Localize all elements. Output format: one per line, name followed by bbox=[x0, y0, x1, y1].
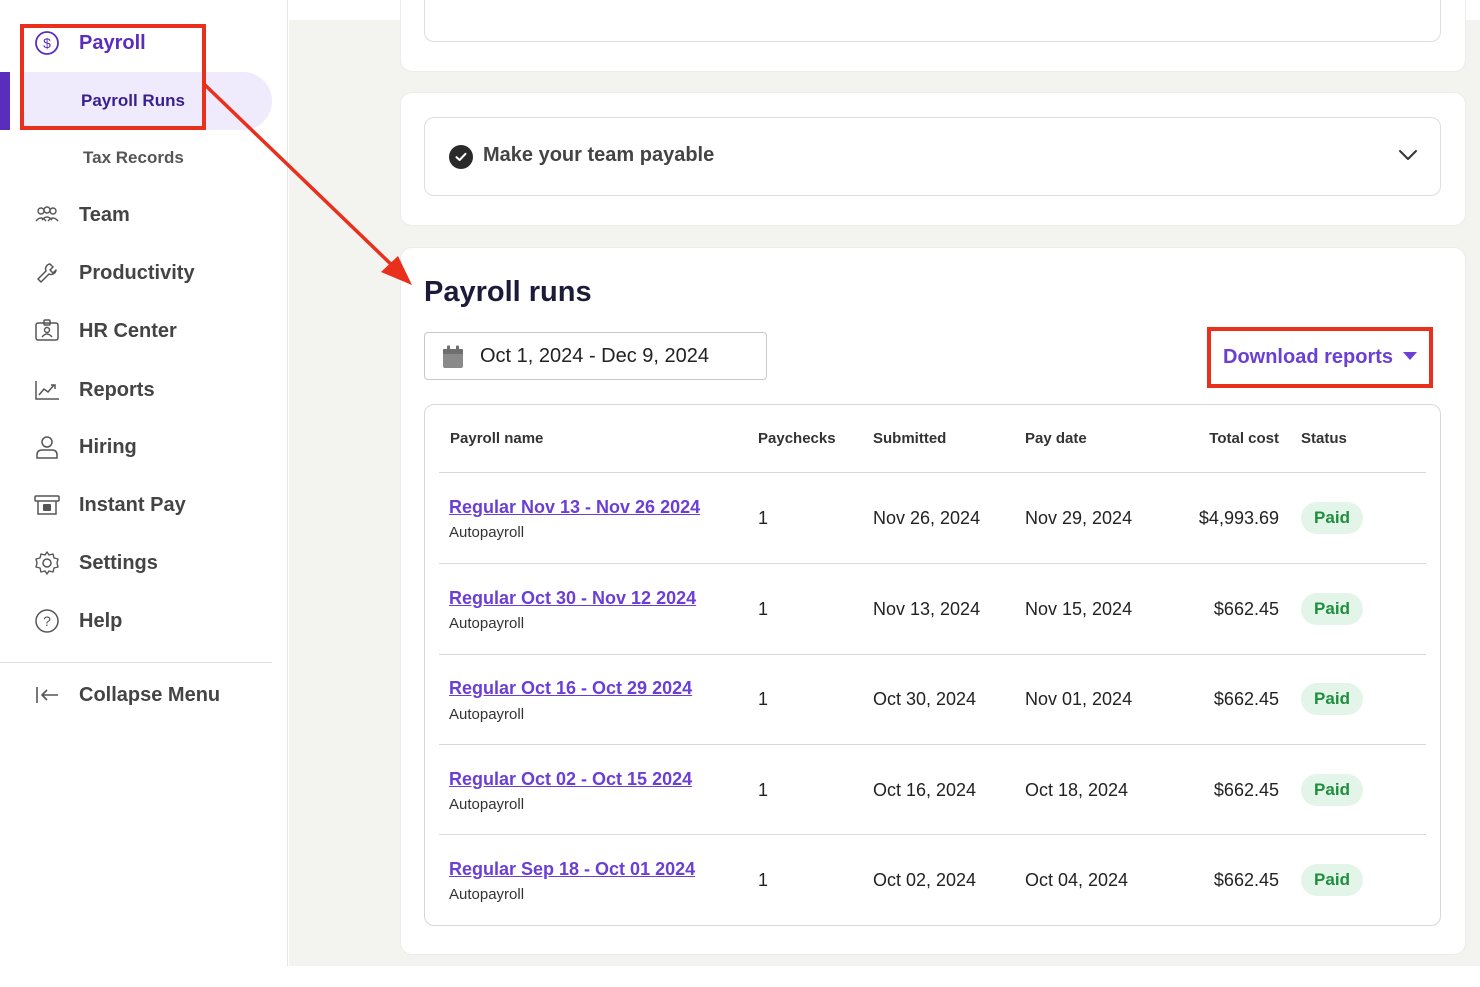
total-cost-value: $662.45 bbox=[1213, 599, 1279, 619]
sidebar-item-hiring[interactable]: Hiring bbox=[0, 429, 270, 465]
payroll-run-type: Autopayroll bbox=[449, 615, 525, 632]
wrench-icon bbox=[34, 260, 60, 286]
status-badge: Paid bbox=[1301, 593, 1363, 625]
annotation-highlight-box bbox=[20, 24, 206, 130]
column-header-submitted: Submitted bbox=[873, 430, 947, 447]
svg-text:?: ? bbox=[43, 613, 51, 629]
status-badge: Paid bbox=[1301, 683, 1363, 715]
chart-icon bbox=[34, 377, 60, 403]
payroll-run-link[interactable]: Regular Oct 16 - Oct 29 2024 bbox=[449, 678, 692, 699]
page-title: Payroll runs bbox=[424, 276, 592, 308]
payroll-run-link[interactable]: Regular Nov 13 - Nov 26 2024 bbox=[449, 497, 700, 518]
pay-date-value: Oct 04, 2024 bbox=[1025, 870, 1129, 890]
collapse-arrow-icon bbox=[34, 682, 60, 708]
chevron-down-icon[interactable] bbox=[1398, 148, 1418, 167]
pay-date-value: Oct 18, 2024 bbox=[1025, 780, 1129, 800]
sidebar-item-team[interactable]: Team bbox=[0, 197, 270, 233]
sidebar-item-label: Team bbox=[79, 203, 130, 226]
sidebar-item-label: Help bbox=[79, 609, 123, 632]
sidebar-item-label: Reports bbox=[79, 378, 155, 401]
row-divider bbox=[439, 563, 1426, 564]
id-badge-icon bbox=[34, 318, 60, 344]
payroll-run-type: Autopayroll bbox=[449, 524, 525, 541]
sidebar-item-label: Settings bbox=[79, 551, 158, 574]
check-icon bbox=[449, 145, 473, 169]
payroll-page: Make your team payable Payroll runs Oct … bbox=[0, 0, 1480, 987]
column-header-total-cost: Total cost bbox=[1209, 430, 1279, 447]
sidebar-item-tax-records[interactable]: Tax Records bbox=[83, 148, 184, 168]
payroll-run-type: Autopayroll bbox=[449, 706, 525, 723]
date-range-value: Oct 1, 2024 - Dec 9, 2024 bbox=[480, 345, 710, 367]
submitted-value: Oct 30, 2024 bbox=[873, 689, 977, 709]
status-badge: Paid bbox=[1301, 864, 1363, 896]
payable-label: Make your team payable bbox=[483, 144, 715, 166]
row-divider bbox=[439, 654, 1426, 655]
row-divider bbox=[439, 834, 1426, 835]
submitted-value: Oct 02, 2024 bbox=[873, 870, 977, 890]
total-cost-value: $662.45 bbox=[1213, 870, 1279, 890]
submitted-value: Oct 16, 2024 bbox=[873, 780, 977, 800]
submitted-value: Nov 13, 2024 bbox=[873, 599, 981, 619]
calendar-icon bbox=[442, 345, 464, 374]
help-icon: ? bbox=[34, 608, 60, 634]
payroll-run-link[interactable]: Regular Oct 02 - Oct 15 2024 bbox=[449, 769, 692, 790]
paychecks-value: 1 bbox=[758, 689, 769, 709]
payroll-runs-table bbox=[424, 404, 1441, 926]
sidebar-item-reports[interactable]: Reports bbox=[0, 372, 270, 408]
column-header-status: Status bbox=[1301, 430, 1347, 447]
pay-date-value: Nov 29, 2024 bbox=[1025, 508, 1133, 528]
sidebar-item-productivity[interactable]: Productivity bbox=[0, 255, 270, 291]
sidebar-item-instant-pay[interactable]: Instant Pay bbox=[0, 487, 270, 523]
wallet-icon bbox=[34, 492, 60, 518]
sidebar-item-label: HR Center bbox=[79, 319, 177, 342]
sidebar bbox=[0, 0, 288, 966]
date-range-picker[interactable]: Oct 1, 2024 - Dec 9, 2024 bbox=[424, 332, 767, 380]
paychecks-value: 1 bbox=[758, 508, 769, 528]
sidebar-item-label: Hiring bbox=[79, 435, 137, 458]
total-cost-value: $4,993.69 bbox=[1198, 508, 1279, 528]
annotation-highlight-box bbox=[1207, 327, 1433, 388]
paychecks-value: 1 bbox=[758, 870, 769, 890]
total-cost-value: $662.45 bbox=[1213, 689, 1279, 709]
sidebar-item-help[interactable]: ? Help bbox=[0, 603, 270, 639]
top-card-inner bbox=[424, 0, 1441, 42]
payroll-run-type: Autopayroll bbox=[449, 886, 525, 903]
sidebar-item-label: Instant Pay bbox=[79, 493, 186, 516]
sidebar-divider bbox=[0, 662, 272, 663]
pay-date-value: Nov 01, 2024 bbox=[1025, 689, 1133, 709]
sidebar-active-indicator bbox=[0, 72, 10, 130]
paychecks-value: 1 bbox=[758, 780, 769, 800]
team-icon bbox=[34, 202, 60, 228]
pay-date-value: Nov 15, 2024 bbox=[1025, 599, 1133, 619]
column-header-paychecks: Paychecks bbox=[758, 430, 836, 447]
person-icon bbox=[34, 434, 60, 460]
payroll-run-link[interactable]: Regular Oct 30 - Nov 12 2024 bbox=[449, 588, 696, 609]
sidebar-item-label: Productivity bbox=[79, 261, 195, 284]
payroll-run-type: Autopayroll bbox=[449, 796, 525, 813]
payroll-run-link[interactable]: Regular Sep 18 - Oct 01 2024 bbox=[449, 859, 695, 880]
status-badge: Paid bbox=[1301, 502, 1363, 534]
submitted-value: Nov 26, 2024 bbox=[873, 508, 981, 528]
gear-icon bbox=[34, 550, 60, 576]
column-header-pay-date: Pay date bbox=[1025, 430, 1087, 447]
row-divider bbox=[439, 472, 1426, 473]
sidebar-item-label: Collapse Menu bbox=[79, 683, 221, 706]
row-divider bbox=[439, 744, 1426, 745]
column-header-payroll-name: Payroll name bbox=[450, 430, 544, 447]
collapse-menu-button[interactable]: Collapse Menu bbox=[0, 677, 270, 713]
sidebar-item-hr-center[interactable]: HR Center bbox=[0, 313, 270, 349]
total-cost-value: $662.45 bbox=[1213, 780, 1279, 800]
sidebar-item-settings[interactable]: Settings bbox=[0, 545, 270, 581]
paychecks-value: 1 bbox=[758, 599, 769, 619]
status-badge: Paid bbox=[1301, 774, 1363, 806]
